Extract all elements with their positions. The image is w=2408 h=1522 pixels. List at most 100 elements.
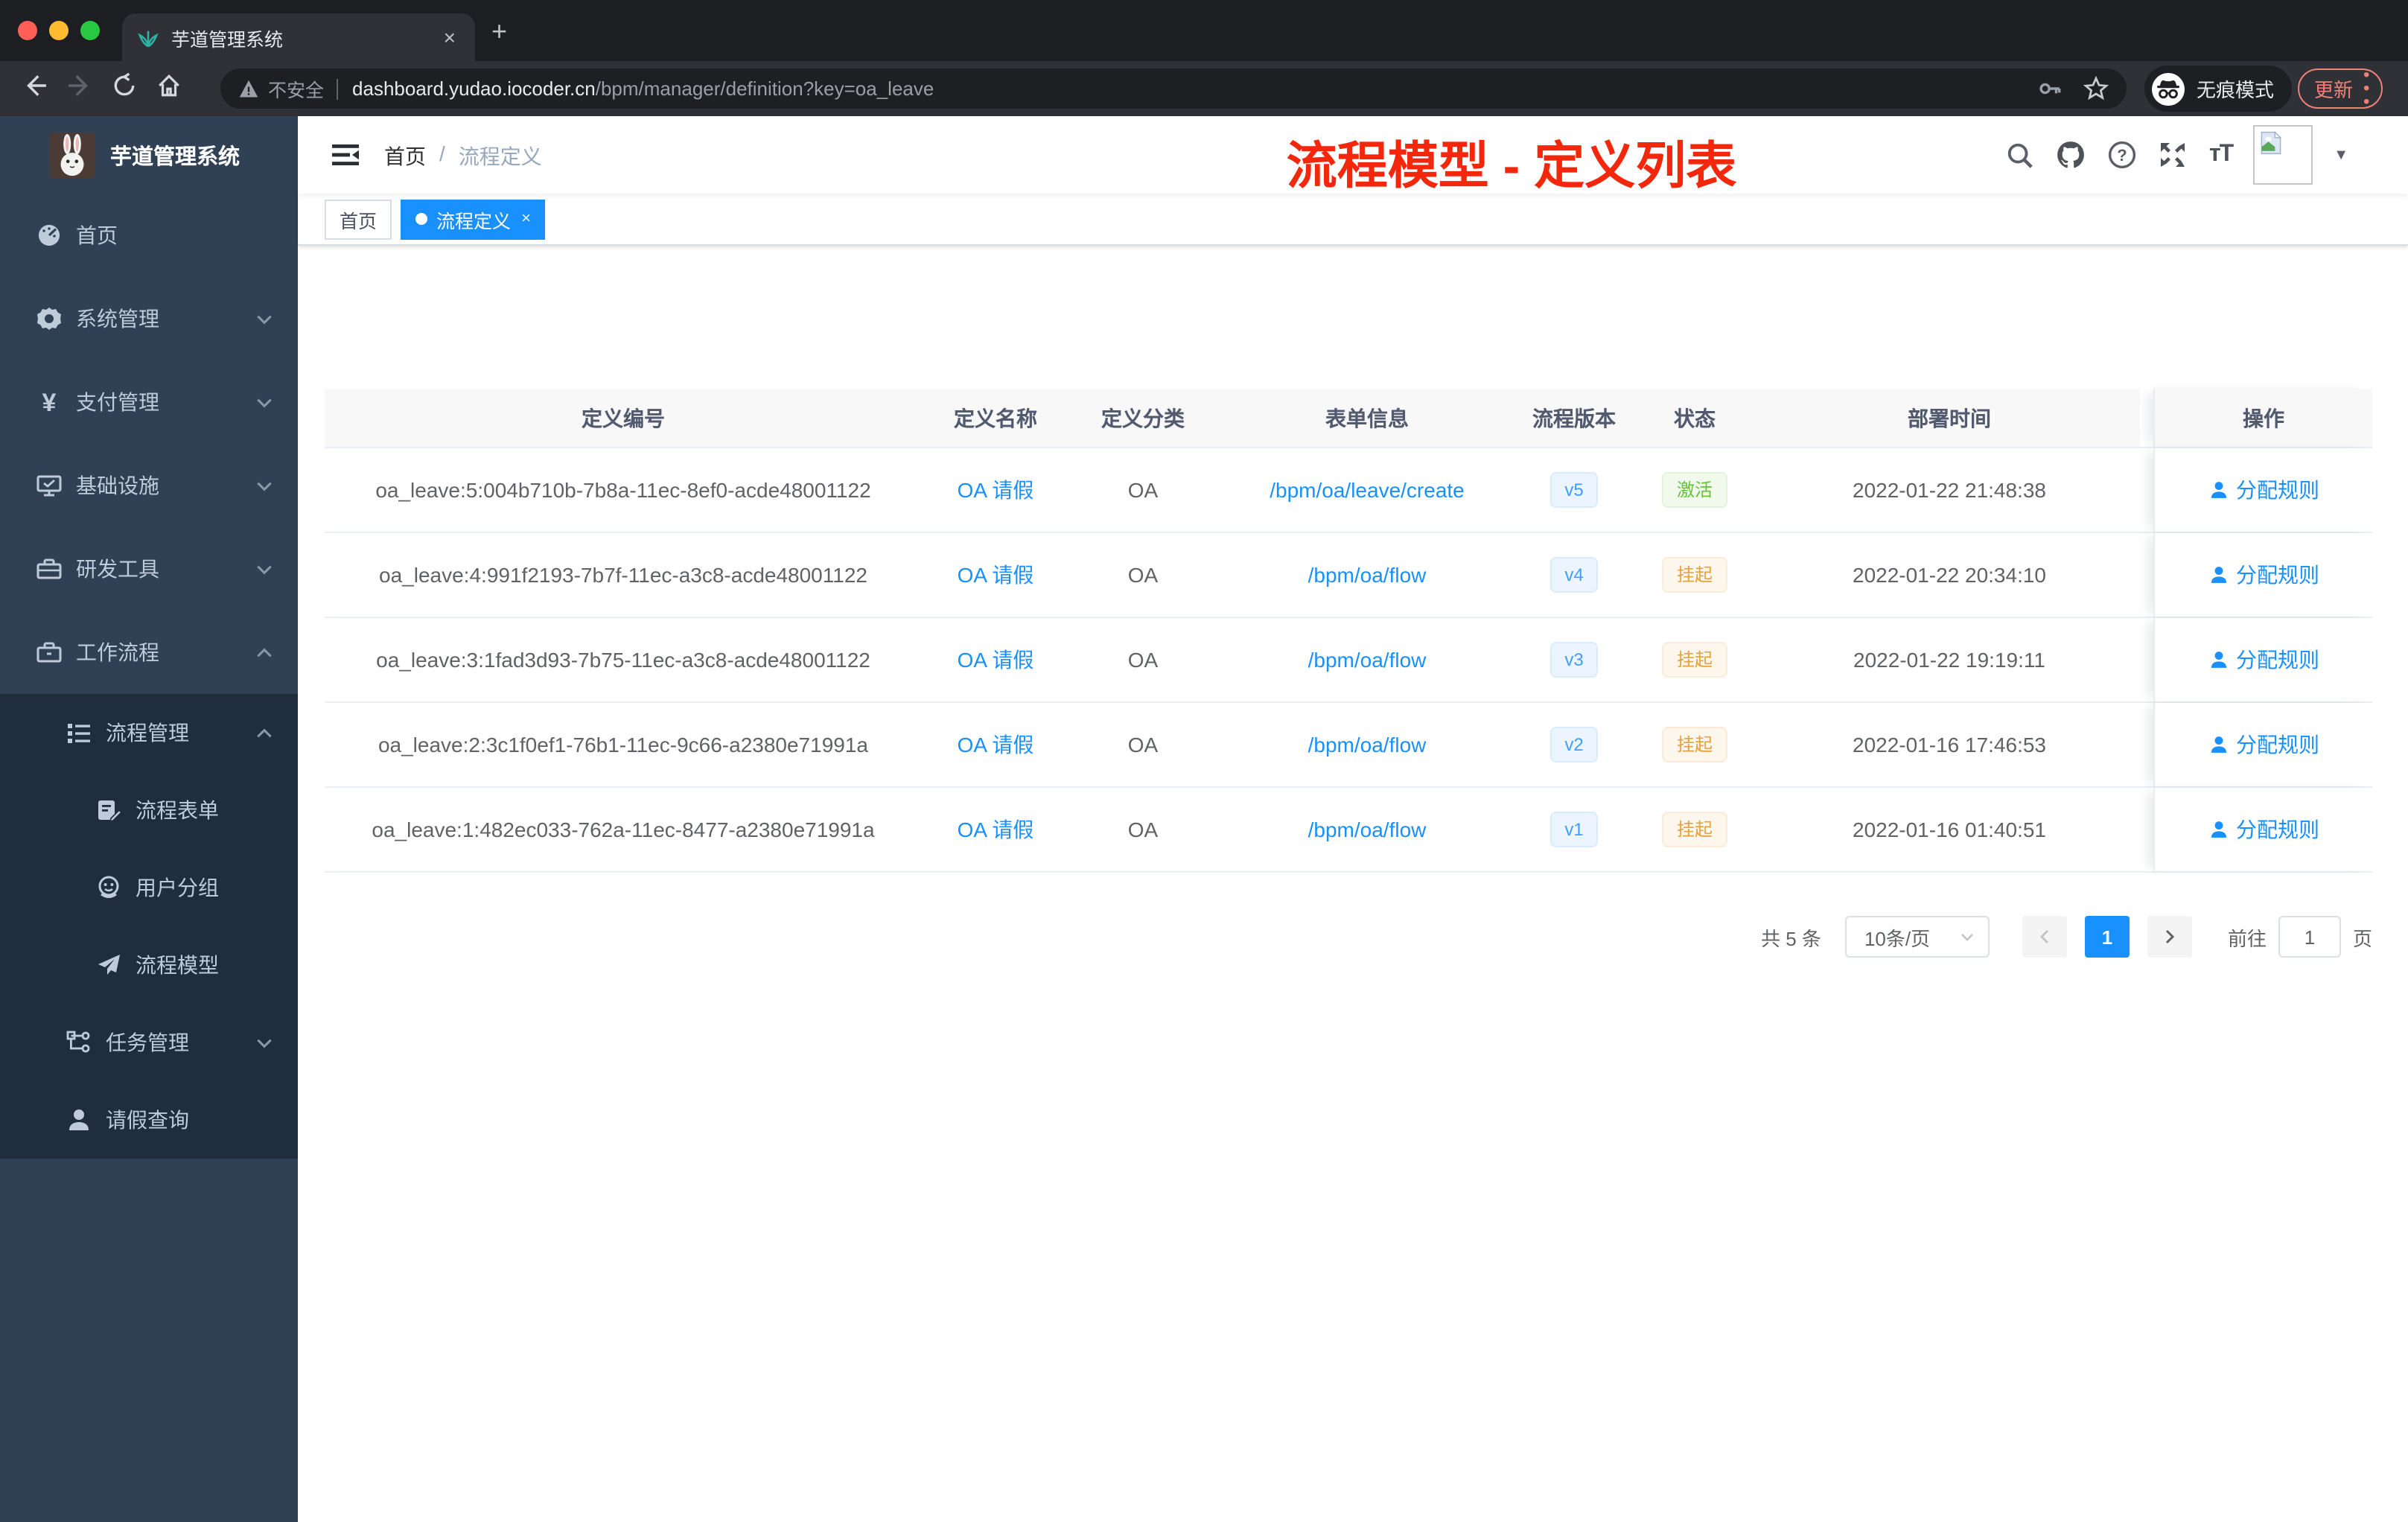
window-zoom-button[interactable] <box>80 21 100 40</box>
back-icon[interactable] <box>12 72 57 105</box>
fullscreen-icon[interactable] <box>2159 140 2188 170</box>
sidebar-item-label: 系统管理 <box>76 307 159 331</box>
definition-name-link[interactable]: OA 请假 <box>958 478 1034 502</box>
incognito-icon <box>2150 71 2186 106</box>
person-icon <box>2208 564 2229 585</box>
sidebar-logo[interactable]: 芋道管理系统 <box>0 116 298 194</box>
version-tag: v3 <box>1549 642 1599 678</box>
sidebar-item-workflow[interactable]: 工作流程 <box>0 611 298 694</box>
security-label[interactable]: 不安全 <box>268 74 324 103</box>
sidebar-item-process-management[interactable]: 流程管理 <box>0 694 298 771</box>
tag-home[interactable]: 首页 <box>325 199 392 239</box>
definition-name-link[interactable]: OA 请假 <box>958 733 1034 757</box>
font-size-icon[interactable]: тT <box>2209 141 2234 168</box>
pagination: 共 5 条 10条/页 1 前往 1 页 <box>1761 916 2372 958</box>
sidebar-item-dev-tools[interactable]: 研发工具 <box>0 527 298 611</box>
tag-label: 首页 <box>340 211 378 232</box>
app-root: 芋道管理系统 首页系统管理 ¥ 支付管理 基础设施研发工具工作流程 流程管理 流程表单用户… <box>0 116 2408 1522</box>
person-icon <box>2208 734 2229 755</box>
version-tag: v4 <box>1549 557 1599 593</box>
cell-definition-id: oa_leave:3:1fad3d93-7b75-11ec-a3c8-acde4… <box>376 648 870 672</box>
status-badge: 挂起 <box>1661 727 1727 762</box>
form-icon <box>95 797 122 824</box>
key-icon[interactable] <box>2037 76 2063 101</box>
sidebar-item-system[interactable]: 系统管理 <box>0 277 298 360</box>
cell-definition-id: oa_leave:2:3c1f0ef1-76b1-11ec-9c66-a2380… <box>378 733 868 757</box>
update-label[interactable]: 更新 <box>2314 74 2353 103</box>
cell-definition-category: OA <box>1127 733 1159 757</box>
cell-deploy-time: 2022-01-16 01:40:51 <box>1853 818 2046 841</box>
assign-rule-button[interactable]: 分配规则 <box>2208 645 2319 675</box>
form-info-link[interactable]: /bpm/oa/leave/create <box>1270 478 1465 502</box>
tab-close-icon[interactable]: × <box>439 25 460 49</box>
cell-definition-category: OA <box>1127 563 1159 587</box>
address-bar[interactable]: 不安全 dashboard.yudao.iocoder.cn/bpm/manag… <box>220 69 2127 109</box>
gear-icon <box>36 305 63 332</box>
menu-dots-icon[interactable]: • • • <box>2363 66 2369 110</box>
sidebar-item-label: 用户分组 <box>136 876 219 899</box>
sidebar-item-leave-query[interactable]: 请假查询 <box>0 1081 298 1159</box>
next-page-button[interactable] <box>2147 916 2192 958</box>
form-info-link[interactable]: /bpm/oa/flow <box>1308 563 1427 587</box>
sidebar-item-payment[interactable]: ¥ 支付管理 <box>0 360 298 444</box>
definition-name-link[interactable]: OA 请假 <box>958 818 1034 841</box>
person-icon <box>2208 819 2229 840</box>
incognito-badge: 无痕模式 <box>2144 66 2293 112</box>
assign-rule-button[interactable]: 分配规则 <box>2208 560 2319 590</box>
reload-icon[interactable] <box>101 71 146 105</box>
page-size-value: 10条/页 <box>1864 927 1931 949</box>
sidebar-item-infrastructure[interactable]: 基础设施 <box>0 444 298 527</box>
cell-definition-id: oa_leave:5:004b710b-7b8a-11ec-8ef0-acde4… <box>375 478 871 502</box>
definition-table: 定义编号 定义名称 定义分类 表单信息 流程版本 状态 部署时间 操作 oa_leave:5:0… <box>325 389 2372 873</box>
sidebar-item-label: 支付管理 <box>76 390 159 414</box>
sidebar-item-process-form[interactable]: 流程表单 <box>0 771 298 849</box>
omnibox-divider <box>336 78 338 99</box>
star-icon[interactable] <box>2083 76 2109 101</box>
tag-close-icon[interactable]: × <box>521 210 531 228</box>
assign-rule-button[interactable]: 分配规则 <box>2208 475 2319 505</box>
new-tab-button[interactable]: + <box>491 18 507 45</box>
cell-deploy-time: 2022-01-22 19:19:11 <box>1853 648 2045 672</box>
tags-view: 首页 流程定义 × <box>298 194 2408 246</box>
sidebar-item-task-management[interactable]: 任务管理 <box>0 1004 298 1081</box>
form-info-link[interactable]: /bpm/oa/flow <box>1308 818 1427 841</box>
question-icon[interactable]: ? <box>2108 140 2138 170</box>
breadcrumb-home[interactable]: 首页 <box>384 141 426 171</box>
window-minimize-button[interactable] <box>49 21 69 40</box>
assign-rule-button[interactable]: 分配规则 <box>2208 730 2319 760</box>
dropdown-caret-icon[interactable]: ▼ <box>2334 147 2348 163</box>
cell-definition-category: OA <box>1127 648 1159 672</box>
definition-name-link[interactable]: OA 请假 <box>958 563 1034 587</box>
version-tag: v1 <box>1549 812 1599 847</box>
avatar[interactable] <box>2253 125 2313 185</box>
form-info-link[interactable]: /bpm/oa/flow <box>1308 648 1427 672</box>
scroll-gutter <box>2140 703 2153 786</box>
window-close-button[interactable] <box>18 21 37 40</box>
sidebar-item-user-group[interactable]: 用户分组 <box>0 849 298 926</box>
browser-update-button[interactable]: 更新 • • • <box>2298 66 2383 110</box>
form-info-link[interactable]: /bpm/oa/flow <box>1308 733 1427 757</box>
hamburger-icon[interactable] <box>331 140 360 177</box>
definition-name-link[interactable]: OA 请假 <box>958 648 1034 672</box>
sidebar-item-process-model[interactable]: 流程模型 <box>0 926 298 1004</box>
column-header-definition-category: 定义分类 <box>1101 406 1185 430</box>
chevron-down-icon <box>255 309 274 328</box>
home-icon[interactable] <box>146 72 191 105</box>
status-badge: 挂起 <box>1661 812 1727 847</box>
tab-title: 芋道管理系统 <box>171 29 284 50</box>
assign-rule-button[interactable]: 分配规则 <box>2208 815 2319 844</box>
chevron-down-icon <box>1961 934 1973 941</box>
table-header-row: 定义编号 定义名称 定义分类 表单信息 流程版本 状态 部署时间 操作 <box>325 389 2372 448</box>
browser-tab[interactable]: 芋道管理系统 × <box>122 13 475 61</box>
prev-page-button[interactable] <box>2022 916 2067 958</box>
version-tag: v5 <box>1549 472 1599 508</box>
person-icon <box>2208 649 2229 670</box>
sidebar-item-home[interactable]: 首页 <box>0 194 298 277</box>
sidebar-item-label: 研发工具 <box>76 557 159 581</box>
page-size-select[interactable]: 10条/页 <box>1844 916 1990 958</box>
tag-process-definition[interactable]: 流程定义 × <box>401 199 546 239</box>
chevron-down-icon <box>255 476 274 495</box>
github-icon[interactable] <box>2056 139 2087 171</box>
page-number-button[interactable]: 1 <box>2084 916 2130 958</box>
goto-page-input[interactable]: 1 <box>2278 916 2341 958</box>
